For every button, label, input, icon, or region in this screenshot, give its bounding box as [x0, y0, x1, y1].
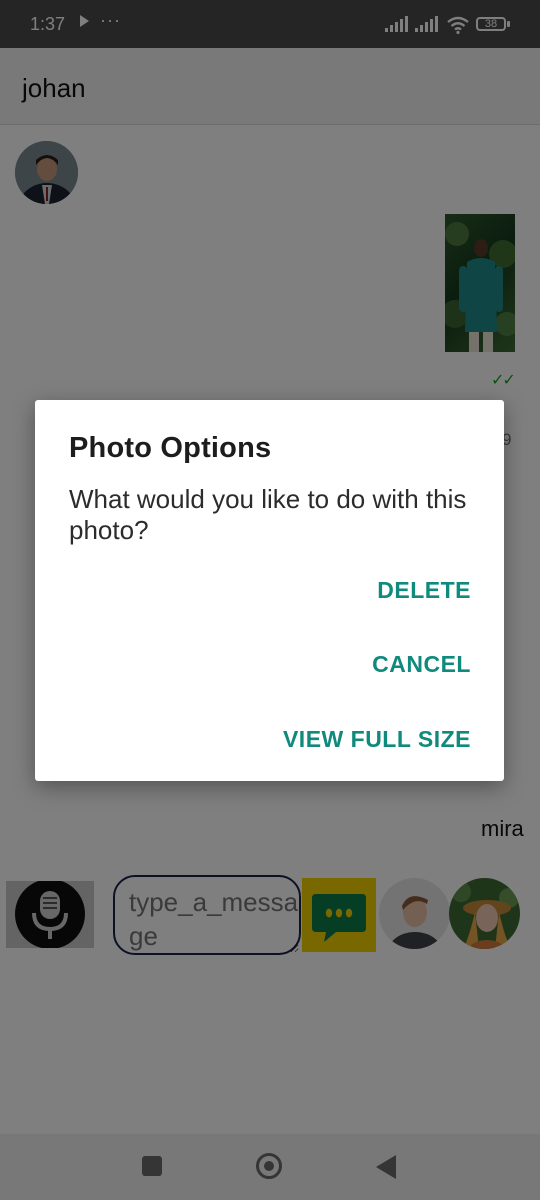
dialog-message: What would you like to do with this phot…: [69, 484, 467, 545]
delete-button[interactable]: DELETE: [377, 577, 471, 604]
cancel-button[interactable]: CANCEL: [372, 651, 471, 678]
chat-screen: 1:37 ··· 38 johan: [0, 0, 540, 1200]
view-full-size-button[interactable]: VIEW FULL SIZE: [283, 726, 471, 753]
dialog-title: Photo Options: [69, 432, 272, 464]
photo-options-dialog: Photo Options What would you like to do …: [35, 400, 504, 781]
